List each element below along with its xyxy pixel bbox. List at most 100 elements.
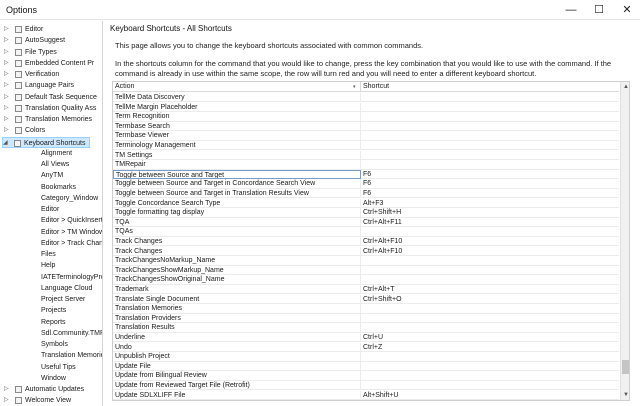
tree-item[interactable]: ▷ Verification xyxy=(4,69,102,80)
tree-child-item[interactable]: Category_Window xyxy=(4,193,102,204)
minimize-button[interactable]: — xyxy=(556,0,586,20)
expanded-arrow-icon[interactable]: ◢ xyxy=(3,138,11,147)
shortcut-cell[interactable]: Ctrl+U xyxy=(361,333,619,343)
tree-child-item[interactable]: Project Server xyxy=(4,294,102,305)
collapsed-arrow-icon[interactable]: ▷ xyxy=(4,47,12,58)
close-button[interactable]: ✕ xyxy=(612,0,640,20)
table-row[interactable]: TrackChangesShowOriginal_Name xyxy=(113,275,619,285)
table-row[interactable]: Toggle between Source and Target F6 xyxy=(113,169,619,180)
table-row[interactable]: Termbase Viewer xyxy=(113,131,619,141)
table-row[interactable]: TQA Ctrl+Alt+F11 xyxy=(113,217,619,228)
tree-child-item[interactable]: All Views xyxy=(4,159,102,170)
shortcut-cell[interactable] xyxy=(361,131,619,141)
tree-item[interactable]: ▷ Default Task Sequence xyxy=(4,92,102,103)
table-row[interactable]: Track Changes Ctrl+Alt+F10 xyxy=(113,237,619,247)
table-row[interactable]: Translation Results xyxy=(113,323,619,333)
shortcut-cell[interactable] xyxy=(361,160,619,170)
tree-child-item[interactable]: Language Cloud xyxy=(4,283,102,294)
shortcut-cell[interactable]: Alt+F3 xyxy=(361,199,619,208)
collapsed-arrow-icon[interactable]: ▷ xyxy=(4,384,12,395)
tree-child-item[interactable]: Alignment xyxy=(4,148,102,159)
scroll-thumb[interactable] xyxy=(622,360,629,374)
table-row[interactable]: Undo Ctrl+Z xyxy=(113,342,619,352)
shortcut-cell[interactable] xyxy=(361,381,619,391)
collapsed-arrow-icon[interactable]: ▷ xyxy=(4,80,12,91)
shortcut-cell[interactable] xyxy=(361,122,619,132)
tree-child-item[interactable]: Help xyxy=(4,260,102,271)
tree-item[interactable]: ▷ Colors xyxy=(4,125,102,136)
tree-item[interactable]: ▷ Welcome View xyxy=(4,395,102,406)
table-row[interactable]: TrackChangesNoMarkup_Name xyxy=(113,256,619,266)
table-row[interactable]: Translation Providers xyxy=(113,313,619,324)
shortcut-cell[interactable] xyxy=(361,371,619,381)
table-row[interactable]: Toggle between Source and Target in Tran… xyxy=(113,189,619,199)
shortcut-cell[interactable]: Ctrl+Alt+F10 xyxy=(361,237,619,247)
tree-item[interactable]: ◢ Keyboard Shortcuts xyxy=(2,136,90,148)
scroll-up-icon[interactable]: ▲ xyxy=(621,82,629,92)
table-row[interactable]: TQAs xyxy=(113,227,619,237)
tree-item[interactable]: ▷ Automatic Updates xyxy=(4,384,102,395)
tree-child-item[interactable]: Editor xyxy=(4,204,102,215)
shortcut-cell[interactable]: Ctrl+Shift+H xyxy=(361,208,619,218)
table-row[interactable]: Translate Single Document Ctrl+Shift+O xyxy=(113,294,619,304)
tree-child-item[interactable]: Sdl.Community.TMR xyxy=(4,328,102,339)
tree-child-item[interactable]: IATETerminologyPro xyxy=(4,272,102,283)
collapsed-arrow-icon[interactable]: ▷ xyxy=(4,92,12,103)
collapsed-arrow-icon[interactable]: ▷ xyxy=(4,69,12,80)
table-row[interactable]: TrackChangesShowMarkup_Name xyxy=(113,265,619,276)
maximize-button[interactable]: ☐ xyxy=(584,0,614,20)
shortcut-cell[interactable]: F6 xyxy=(361,189,619,199)
table-row[interactable]: Term Recognition xyxy=(113,112,619,122)
shortcut-cell[interactable]: F6 xyxy=(361,170,619,180)
shortcut-cell[interactable] xyxy=(361,103,619,112)
tree-item[interactable]: ▷ Translation Quality Ass xyxy=(4,103,102,114)
shortcut-cell[interactable] xyxy=(361,151,619,160)
tree-child-item[interactable]: Projects xyxy=(4,305,102,316)
shortcut-cell[interactable]: Ctrl+Alt+F11 xyxy=(361,218,619,228)
tree-item[interactable]: ▷ AutoSuggest xyxy=(4,35,102,46)
shortcut-cell[interactable] xyxy=(361,256,619,266)
tree-child-item[interactable]: Translation Memorie xyxy=(4,350,102,361)
table-row[interactable]: Terminology Management xyxy=(113,141,619,151)
tree-item[interactable]: ▷ Translation Memories xyxy=(4,114,102,125)
shortcut-cell[interactable]: Ctrl+Shift+O xyxy=(361,295,619,304)
table-row[interactable]: TMRepair xyxy=(113,160,619,170)
collapsed-arrow-icon[interactable]: ▷ xyxy=(4,103,12,114)
scroll-down-icon[interactable]: ▼ xyxy=(621,390,629,400)
tree-child-item[interactable]: Editor > Track Chan xyxy=(4,238,102,249)
tree-child-item[interactable]: AnyTM xyxy=(4,170,102,181)
shortcut-cell[interactable]: Ctrl+Z xyxy=(361,343,619,352)
tree-item[interactable]: ▷ File Types xyxy=(4,47,102,58)
tree-child-item[interactable]: Files xyxy=(4,249,102,260)
collapsed-arrow-icon[interactable]: ▷ xyxy=(4,114,12,125)
table-row[interactable]: Update SDLXLIFF File Alt+Shift+U xyxy=(113,390,619,400)
shortcut-cell[interactable] xyxy=(361,93,619,103)
table-row[interactable]: Update File xyxy=(113,361,619,372)
collapsed-arrow-icon[interactable]: ▷ xyxy=(4,125,12,136)
collapsed-arrow-icon[interactable]: ▷ xyxy=(4,58,12,69)
table-row[interactable]: Toggle between Source and Target in Conc… xyxy=(113,179,619,189)
shortcut-cell[interactable]: Alt+Shift+U xyxy=(361,391,619,400)
table-row[interactable]: TellMe Data Discovery xyxy=(113,93,619,103)
table-row[interactable]: Trademark Ctrl+Alt+T xyxy=(113,285,619,295)
shortcut-cell[interactable]: Ctrl+Alt+T xyxy=(361,285,619,295)
collapsed-arrow-icon[interactable]: ▷ xyxy=(4,35,12,46)
shortcut-cell[interactable] xyxy=(361,323,619,333)
shortcut-cell[interactable] xyxy=(361,227,619,237)
table-row[interactable]: Translation Memories xyxy=(113,304,619,314)
table-row[interactable]: TellMe Margin Placeholder xyxy=(113,102,619,112)
column-header-action[interactable]: Action ▾ xyxy=(113,82,361,92)
tree-child-item[interactable]: Window xyxy=(4,373,102,384)
tree-item[interactable]: ▷ Editor xyxy=(4,24,102,35)
tree-child-item[interactable]: Editor > QuickInsert xyxy=(4,215,102,226)
shortcut-cell[interactable]: Ctrl+Alt+F10 xyxy=(361,247,619,256)
collapsed-arrow-icon[interactable]: ▷ xyxy=(4,395,12,406)
tree-child-item[interactable]: Symbols xyxy=(4,339,102,350)
collapsed-arrow-icon[interactable]: ▷ xyxy=(4,24,12,35)
table-row[interactable]: Underline Ctrl+U xyxy=(113,333,619,343)
shortcut-cell[interactable] xyxy=(361,362,619,372)
table-row[interactable]: Update from Reviewed Target File (Retrof… xyxy=(113,381,619,391)
tree-child-item[interactable]: Editor > TM Window xyxy=(4,227,102,238)
shortcut-cell[interactable] xyxy=(361,141,619,151)
tree-child-item[interactable]: Bookmarks xyxy=(4,182,102,193)
